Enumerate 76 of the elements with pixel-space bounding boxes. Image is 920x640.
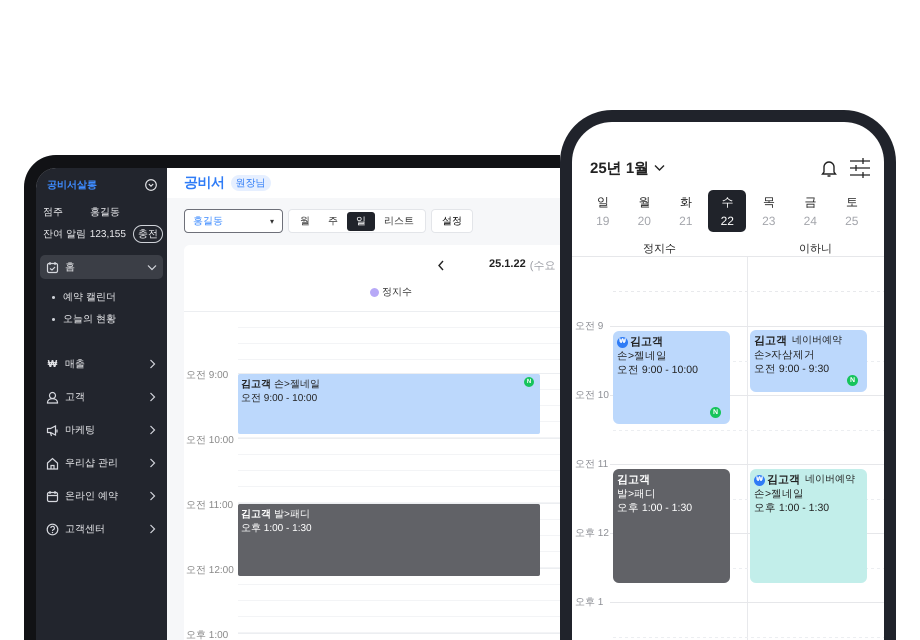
appointment-time: 오전 9:00 - 9:30 [754,362,830,376]
submenu-item[interactable]: 오늘의 현황 [63,312,116,326]
calendar-icon [46,490,59,502]
staff-name: 정지수 [643,242,676,256]
time-label: 오전 10:00 [185,434,235,448]
time-label: 오전 11:00 [185,499,234,513]
day-tab[interactable]: 일 19 [584,190,622,232]
customer-name: 김고객 [630,335,663,349]
bell-icon[interactable] [820,158,838,178]
role-badge: 원장님 [230,175,270,191]
legend-label: 정지수 [382,286,412,299]
logo: 공비서 [184,174,224,192]
menu-item[interactable]: 마케팅 [40,418,163,442]
shop-name: 공비서살롱 [47,179,97,192]
alerts-count: 123,155 [90,228,126,240]
calendar-check-icon [46,260,59,274]
time-label: 오후 1:00 [185,629,230,640]
day-tab[interactable]: 토 25 [832,190,871,232]
time-label: 오전 9:00 [185,369,230,383]
owner-name: 홍길동 [90,206,121,219]
appointment-card[interactable]: 김고객 발>패디 오후 1:00 - 1:30 [238,504,540,576]
alerts-label: 잔여 알림 [43,228,86,241]
service-name: 손>자삼제거 [754,348,816,362]
owner-label: 점주 [43,206,64,219]
menu-item[interactable]: 고객센터 [40,517,163,541]
booking-source: 네이버예약 [792,334,842,348]
day-tab[interactable]: 목 23 [750,190,788,232]
sliders-icon[interactable] [850,158,870,178]
person-icon [46,390,59,404]
service-name: 손>젤네일 [274,378,320,392]
appointment-time: 오전 9:00 - 10:00 [617,363,699,377]
menu-item[interactable]: ₩ 매출 [40,352,163,376]
calendar-date: 25.1.22 (수요 [489,258,556,272]
service-name: 손>젤네일 [754,487,806,501]
staff-name: 이하니 [799,242,832,256]
service-name: 발>패디 [617,487,658,501]
appointment-card[interactable]: 김고객 발>패디 오후 1:00 - 1:30 [613,469,730,583]
month-title[interactable]: 25년 1월 [590,158,650,178]
settings-button[interactable]: 설정 [431,209,473,233]
view-tab[interactable]: 일 [347,212,375,230]
customer-name: 김고객 [241,378,271,392]
customer-name: 김고객 [754,334,787,348]
charge-button[interactable]: 충전 [133,225,163,243]
bullet-icon [52,296,55,298]
staff-select[interactable]: 홍길동 ▾ [184,209,283,233]
view-tab[interactable]: 월 [291,212,319,230]
appointment-time: 오후 1:00 - 1:30 [617,501,694,515]
menu-item[interactable]: 온라인 예약 [40,484,163,508]
day-tab[interactable]: 화 21 [666,190,705,232]
submenu-item[interactable]: 예약 캘린더 [63,290,116,304]
help-icon [46,522,59,536]
chevron-left-icon[interactable] [437,260,445,270]
menu-item[interactable]: 우리샵 관리 [40,451,163,475]
chevron-down-icon[interactable] [654,164,666,172]
menu-item[interactable]: 고객 [40,385,163,409]
time-label: 오전 12:00 [185,564,235,578]
day-tab[interactable]: 금 24 [791,190,830,232]
menu-item[interactable]: 홈 [40,255,163,279]
bullet-icon [52,318,55,320]
service-name: 발>패디 [274,508,310,522]
won-icon: ₩ [46,358,59,370]
house-icon [46,456,59,470]
appointment-time: 오전 9:00 - 10:00 [241,392,318,406]
customer-name: 김고객 [767,473,800,487]
day-tab[interactable]: 월 20 [625,190,664,232]
appointment-time: 오후 1:00 - 1:30 [754,501,830,515]
view-tab[interactable]: 주 [319,212,347,230]
appointment-time: 오후 1:00 - 1:30 [241,522,313,536]
service-name: 손>젤네일 [617,349,668,363]
customer-name: 김고객 [617,473,650,487]
dropdown-icon[interactable] [145,179,157,191]
view-tab[interactable]: 리스트 [375,212,423,230]
booking-source: 네이버예약 [805,473,855,487]
customer-name: 김고객 [241,508,271,522]
day-tab[interactable]: 수 22 [708,190,746,232]
megaphone-icon [46,424,59,436]
